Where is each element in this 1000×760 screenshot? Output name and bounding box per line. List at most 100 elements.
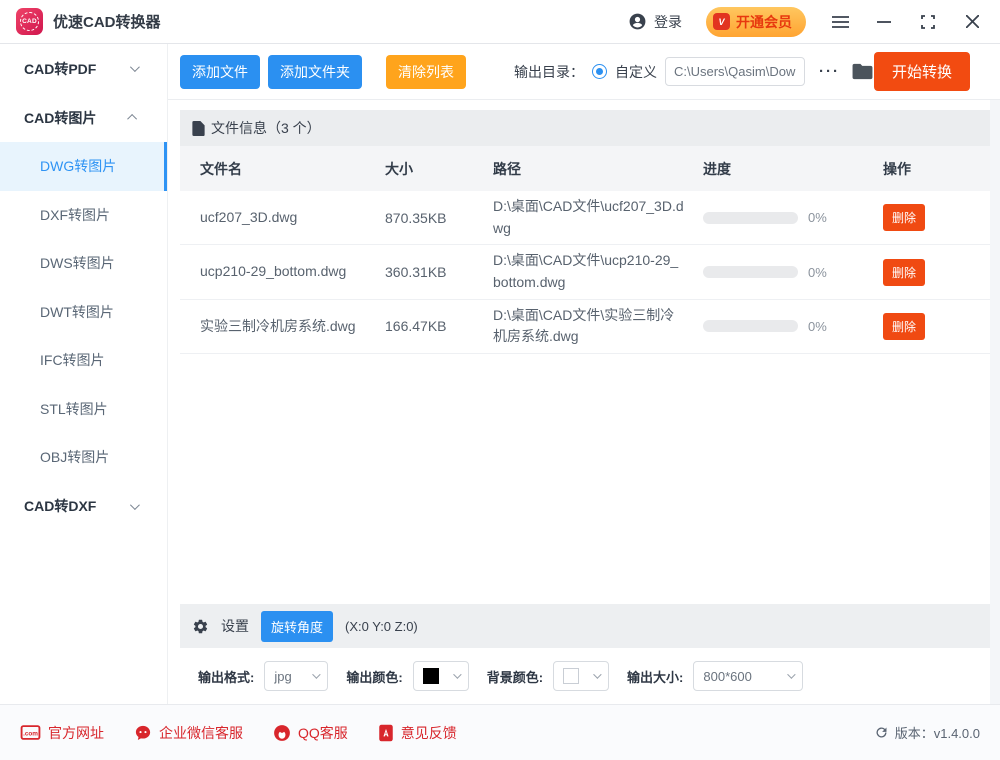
sidebar-item-obj-to-image[interactable]: OBJ转图片 <box>0 433 167 482</box>
login-label: 登录 <box>654 12 682 32</box>
sidebar-group-cad-to-dxf[interactable]: CAD转DXF <box>0 482 167 531</box>
start-convert-button[interactable]: 开始转换 <box>874 52 970 91</box>
sidebar-group-cad-to-pdf[interactable]: CAD转PDF <box>0 44 167 93</box>
delete-button[interactable]: 删除 <box>883 204 925 231</box>
chevron-up-icon <box>127 114 137 124</box>
progress-bar <box>703 320 798 332</box>
file-panel: 文件信息（3 个） 文件名 大小 路径 进度 操作 ucf207_3D.dwg … <box>168 100 1000 604</box>
file-path: D:\桌面\CAD文件\实验三制冷机房系统.dwg <box>493 305 703 348</box>
progress-percent: 0% <box>808 319 827 334</box>
table-row: ucp210-29_bottom.dwg 360.31KB D:\桌面\CAD文… <box>180 245 990 299</box>
col-path: 路径 <box>493 159 703 179</box>
output-dir-label: 输出目录： <box>514 62 584 82</box>
minimize-icon <box>877 15 891 29</box>
file-name: ucp210-29_bottom.dwg <box>200 261 385 283</box>
add-file-button[interactable]: 添加文件 <box>180 55 260 89</box>
close-button[interactable] <box>962 12 982 32</box>
user-icon <box>628 12 647 31</box>
settings-bar: 设置 旋转角度 (X:0 Y:0 Z:0) <box>180 604 990 648</box>
qq-icon <box>273 724 291 742</box>
file-info-bar: 文件信息（3 个） <box>180 110 990 146</box>
output-format-select[interactable]: jpg <box>264 661 328 691</box>
toolbar: 添加文件 添加文件夹 清除列表 输出目录： 自定义 ··· 开始转换 <box>168 44 1000 100</box>
wechat-support-link[interactable]: 企业微信客服 <box>134 723 243 743</box>
login-button[interactable]: 登录 <box>628 12 682 32</box>
feedback-link[interactable]: 意见反馈 <box>378 723 457 743</box>
sidebar-group-cad-to-image[interactable]: CAD转图片 <box>0 93 167 142</box>
settings-label: 设置 <box>221 616 249 636</box>
app-logo-icon: CAD <box>16 8 43 35</box>
minimize-button[interactable] <box>874 12 894 32</box>
delete-button[interactable]: 删除 <box>883 259 925 286</box>
output-format-label: 输出格式: <box>198 667 254 686</box>
sidebar-item-ifc-to-image[interactable]: IFC转图片 <box>0 336 167 385</box>
progress-bar <box>703 266 798 278</box>
sidebar-item-dxf-to-image[interactable]: DXF转图片 <box>0 191 167 240</box>
bg-color-label: 背景颜色: <box>487 667 543 686</box>
custom-dir-radio[interactable] <box>592 64 607 79</box>
rotate-angle-button[interactable]: 旋转角度 <box>261 611 333 642</box>
folder-icon <box>852 63 873 80</box>
scrollbar-track[interactable] <box>990 100 1000 704</box>
titlebar: CAD 优速CAD转换器 登录 V 开通会员 <box>0 0 1000 44</box>
sidebar-item-dwg-to-image[interactable]: DWG转图片 <box>0 142 167 191</box>
official-website-link[interactable]: .com 官方网址 <box>20 723 104 743</box>
wechat-icon <box>134 724 152 742</box>
dotcom-website-icon: .com <box>20 724 41 741</box>
output-color-label: 输出颜色: <box>346 667 402 686</box>
col-progress: 进度 <box>703 159 883 179</box>
file-path: D:\桌面\CAD文件\ucf207_3D.dwg <box>493 196 703 239</box>
hamburger-icon <box>832 15 849 29</box>
open-folder-button[interactable] <box>852 63 873 80</box>
file-info-label: 文件信息（3 个） <box>211 118 321 138</box>
vip-icon: V <box>713 13 730 30</box>
output-path-input[interactable] <box>665 57 805 86</box>
progress-percent: 0% <box>808 210 827 225</box>
file-size: 360.31KB <box>385 264 493 280</box>
version-info: 版本：v1.4.0.0 <box>874 723 980 742</box>
table-row: ucf207_3D.dwg 870.35KB D:\桌面\CAD文件\ucf20… <box>180 191 990 245</box>
content-area: 添加文件 添加文件夹 清除列表 输出目录： 自定义 ··· 开始转换 文件信息（… <box>168 44 1000 704</box>
browse-more-button[interactable]: ··· <box>819 63 840 80</box>
chevron-down-icon <box>130 62 140 72</box>
vip-upgrade-button[interactable]: V 开通会员 <box>706 7 806 37</box>
file-name: 实验三制冷机房系统.dwg <box>200 316 385 338</box>
file-name: ucf207_3D.dwg <box>200 207 385 229</box>
chevron-down-icon <box>593 670 601 678</box>
table-row: 实验三制冷机房系统.dwg 166.47KB D:\桌面\CAD文件\实验三制冷… <box>180 300 990 354</box>
sidebar-item-dwt-to-image[interactable]: DWT转图片 <box>0 288 167 337</box>
sidebar-item-stl-to-image[interactable]: STL转图片 <box>0 385 167 434</box>
chevron-down-icon <box>788 670 796 678</box>
clear-list-button[interactable]: 清除列表 <box>386 55 466 89</box>
menu-button[interactable] <box>830 12 850 32</box>
maximize-button[interactable] <box>918 12 938 32</box>
output-options-row: 输出格式: jpg 输出颜色: 背景颜色: 输出大小: 800*600 <box>168 648 1000 704</box>
maximize-icon <box>921 15 935 29</box>
custom-dir-radio-label[interactable]: 自定义 <box>615 62 657 82</box>
feedback-icon <box>378 724 394 742</box>
white-color-swatch <box>563 668 579 684</box>
col-filename: 文件名 <box>200 159 385 179</box>
vip-label: 开通会员 <box>736 12 792 32</box>
bg-color-select[interactable] <box>553 661 609 691</box>
close-icon <box>966 15 979 28</box>
output-size-select[interactable]: 800*600 <box>693 661 803 691</box>
add-folder-button[interactable]: 添加文件夹 <box>268 55 362 89</box>
sidebar-item-dws-to-image[interactable]: DWS转图片 <box>0 239 167 288</box>
col-action: 操作 <box>883 159 990 179</box>
qq-support-link[interactable]: QQ客服 <box>273 723 348 743</box>
footer: .com 官方网址 企业微信客服 QQ客服 意见反馈 版本：v1.4.0.0 <box>0 704 1000 760</box>
output-color-select[interactable] <box>413 661 469 691</box>
chevron-down-icon <box>130 500 140 510</box>
table-header: 文件名 大小 路径 进度 操作 <box>180 146 990 191</box>
file-size: 166.47KB <box>385 318 493 334</box>
file-path: D:\桌面\CAD文件\ucp210-29_bottom.dwg <box>493 250 703 293</box>
sidebar: CAD转PDF CAD转图片 DWG转图片 DXF转图片 DWS转图片 DWT转… <box>0 44 168 704</box>
black-color-swatch <box>423 668 439 684</box>
gear-icon <box>192 618 209 635</box>
progress-percent: 0% <box>808 265 827 280</box>
delete-button[interactable]: 删除 <box>883 313 925 340</box>
refresh-icon <box>874 725 889 740</box>
chevron-down-icon <box>313 670 321 678</box>
output-size-label: 输出大小: <box>627 667 683 686</box>
